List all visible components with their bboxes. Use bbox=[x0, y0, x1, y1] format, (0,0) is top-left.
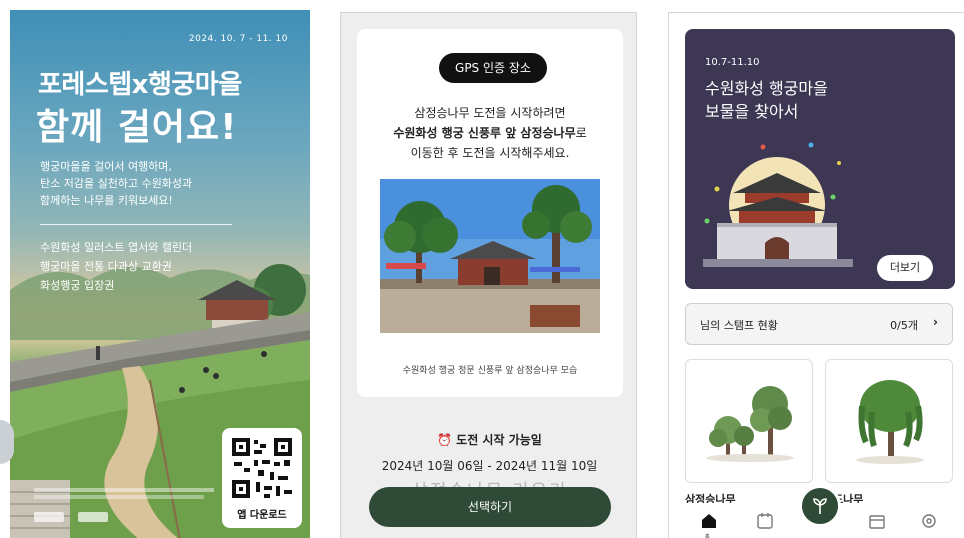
qr-code-icon bbox=[230, 436, 294, 500]
mission-instructions: 삼정승나무 도전을 시작하려면 수원화성 행궁 신풍루 앞 삼정승나무로 이동한… bbox=[357, 103, 623, 163]
divider bbox=[40, 224, 232, 225]
palace-gate-illustration bbox=[703, 142, 853, 267]
promo-poster: 2024. 10. 7 - 11. 10 포레스텝x행궁마을 함께 걸어요! 행… bbox=[10, 10, 310, 538]
benefit-list: 수원화성 일러스트 엽서와 캘린더 행궁마을 전통 다과상 교환권 화성행궁 입… bbox=[40, 238, 192, 295]
location-suffix: 로 bbox=[575, 126, 587, 140]
banner-title: 수원화성 행궁마을 보물을 찾아서 bbox=[705, 77, 828, 123]
home-screen: 10.7-11.10 수원화성 행궁마을 보물을 찾아서 더보기 님의 스탬프 … bbox=[668, 12, 964, 538]
banner-title-line: 수원화성 행궁마을 bbox=[705, 79, 828, 98]
stamp-status-row[interactable]: 님의 스탬프 현황 0/5개 › bbox=[685, 303, 953, 345]
event-banner[interactable]: 10.7-11.10 수원화성 행궁마을 보물을 찾아서 더보기 bbox=[685, 29, 955, 289]
benefit-item: 수원화성 일러스트 엽서와 캘린더 bbox=[40, 241, 193, 254]
location-photo bbox=[380, 179, 600, 333]
location-name: 수원화성 행궁 신풍루 앞 삼정승나무 bbox=[393, 126, 576, 140]
instruction-line: 이동한 후 도전을 시작해주세요. bbox=[410, 146, 570, 160]
more-button[interactable]: 더보기 bbox=[877, 255, 933, 281]
stamp-status-label: 님의 스탬프 현황 bbox=[700, 319, 778, 332]
settings-icon[interactable] bbox=[919, 511, 939, 531]
banner-date: 10.7-11.10 bbox=[705, 57, 760, 68]
stamp-count: 0/5개 bbox=[890, 319, 918, 332]
poster-title-line1: 포레스텝x행궁마을 bbox=[38, 70, 242, 100]
fine-print bbox=[34, 488, 220, 499]
sponsor-logo-icon bbox=[34, 512, 64, 522]
app-download-qr[interactable]: 앱 다운로드 bbox=[222, 428, 302, 528]
sponsor-logo-icon bbox=[78, 512, 109, 522]
tree-illustration bbox=[706, 386, 794, 462]
start-date-label: 도전 시작 가능일 bbox=[456, 433, 542, 447]
benefit-item: 행궁마을 전통 다과상 교환권 bbox=[40, 260, 172, 273]
store-icon[interactable] bbox=[867, 511, 887, 531]
select-button[interactable]: 선택하기 bbox=[369, 487, 611, 527]
sprout-button[interactable] bbox=[799, 485, 841, 527]
poster-title-line2: 함께 걸어요! bbox=[36, 107, 238, 148]
description-line: 행궁마을을 걸어서 여행하며, bbox=[40, 160, 172, 173]
mission-screen: GPS 인증 장소 삼정승나무 도전을 시작하려면 수원화성 행궁 신풍루 앞 … bbox=[340, 12, 637, 538]
description-line: 함께하는 나무를 키워보세요! bbox=[40, 194, 173, 207]
photo-caption: 수원화성 행궁 정문 신풍루 앞 삼정승나무 모습 bbox=[402, 366, 578, 376]
mission-card: GPS 인증 장소 삼정승나무 도전을 시작하려면 수원화성 행궁 신풍루 앞 … bbox=[357, 29, 623, 397]
benefit-item: 화성행궁 입장권 bbox=[40, 279, 115, 292]
description-line: 탄소 저감을 실천하고 수원화성과 bbox=[40, 177, 193, 190]
calendar-icon[interactable] bbox=[755, 511, 775, 531]
willow-tree-illustration bbox=[856, 380, 924, 464]
challenge-period: 2024년 10월 06일 - 2024년 11월 10일 bbox=[381, 459, 598, 473]
poster-description: 행궁마을을 걸어서 여행하며, 탄소 저감을 실천하고 수원화성과 함께하는 나… bbox=[40, 158, 192, 209]
event-date: 2024. 10. 7 - 11. 10 bbox=[188, 34, 288, 44]
alarm-clock-icon: ⏰ bbox=[437, 433, 453, 447]
banner-title-line: 보물을 찾아서 bbox=[705, 102, 799, 121]
instruction-line-2: 수원화성 행궁 신풍루 앞 삼정승나무로 bbox=[357, 123, 623, 143]
gps-badge: GPS 인증 장소 bbox=[439, 53, 547, 83]
instruction-line: 삼정승나무 도전을 시작하려면 bbox=[414, 106, 566, 120]
chevron-right-icon: › bbox=[933, 315, 938, 329]
sponsor-logos bbox=[34, 512, 109, 524]
screen: 2024. 10. 7 - 11. 10 포레스텝x행궁마을 함께 걸어요! 행… bbox=[0, 0, 964, 538]
tree-card[interactable] bbox=[685, 359, 813, 483]
tree-card[interactable] bbox=[825, 359, 953, 483]
start-date-heading: ⏰ 도전 시작 가능일 bbox=[341, 431, 636, 448]
sprout-icon bbox=[813, 498, 827, 514]
app-download-label: 앱 다운로드 bbox=[237, 510, 287, 521]
home-icon[interactable] bbox=[699, 511, 719, 531]
tab-label-home: 홈 bbox=[705, 534, 710, 538]
